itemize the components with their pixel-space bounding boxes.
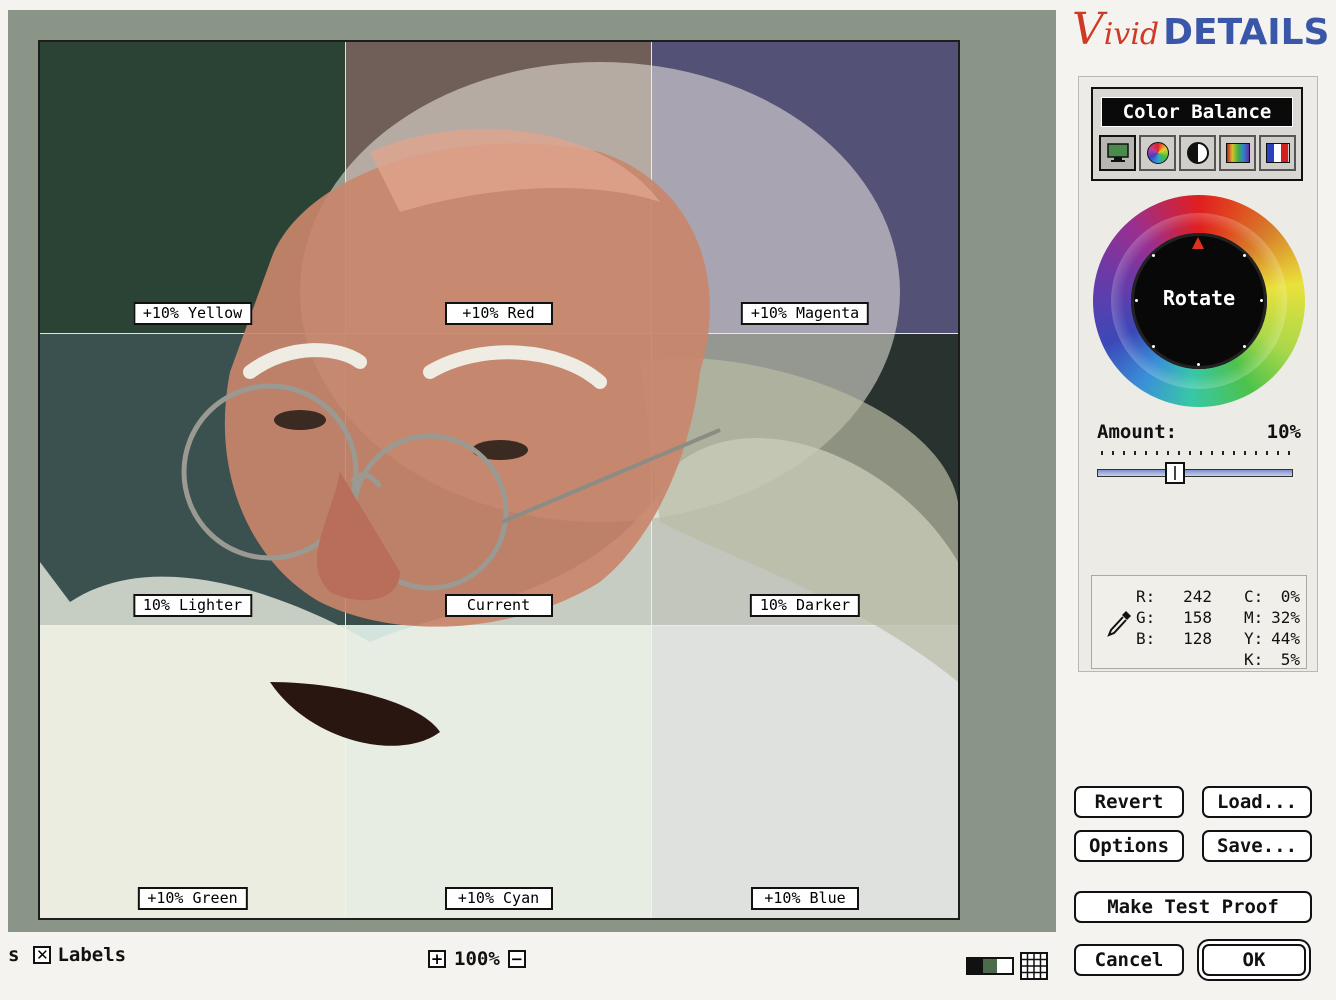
slider-track[interactable] — [1097, 469, 1293, 477]
labels-label: Labels — [57, 944, 127, 966]
labels-checkbox[interactable]: ✕ — [33, 946, 52, 964]
amount-row: Amount: 10% — [1097, 421, 1301, 443]
variation-cell-green[interactable]: +10% Green — [40, 626, 346, 918]
vivid-details-dialog: +10% Yellow +10% Red +10% Magenta 10% Li… — [0, 0, 1336, 1000]
tool-panel: Color Balance Rotate Amount: 10% R: 242 … — [1078, 76, 1318, 672]
variation-label: +10% Red — [444, 302, 553, 325]
split-view-button[interactable] — [966, 957, 1014, 975]
variation-label: 10% Darker — [749, 594, 861, 617]
wheel-dot — [1243, 345, 1246, 348]
cmyk-y-row: Y: 44% — [1244, 629, 1300, 648]
rgb-g-row: G: 158 — [1136, 608, 1212, 627]
grid-view-icon[interactable] — [1020, 952, 1048, 980]
cmyk-m-row: M: 32% — [1244, 608, 1300, 627]
vivid-details-logo: Vivid DETAILS — [1072, 4, 1330, 55]
variation-cell-blue[interactable]: +10% Blue — [652, 626, 958, 918]
view-mode-toggle — [966, 952, 1048, 980]
amount-slider[interactable] — [1097, 449, 1297, 489]
rotate-label: Rotate — [1162, 286, 1236, 310]
wheel-dot — [1243, 254, 1246, 257]
amount-label: Amount: — [1097, 421, 1178, 443]
variation-cell-current[interactable]: Current — [346, 334, 652, 626]
wheel-dot — [1197, 363, 1200, 366]
variation-label: +10% Green — [137, 887, 248, 910]
variation-label: 10% Lighter — [132, 594, 253, 617]
make-test-proof-button[interactable]: Make Test Proof — [1074, 891, 1312, 923]
color-readout: R: 242 G: 158 B: 128 C: 0% M: 32% Y: 44% K: 5% — [1091, 575, 1307, 669]
save-button[interactable]: Save... — [1202, 830, 1312, 862]
amount-value: 10% — [1266, 421, 1301, 443]
cancel-button[interactable]: Cancel — [1074, 944, 1184, 976]
load-button[interactable]: Load... — [1202, 786, 1312, 818]
monitor-icon[interactable] — [1099, 135, 1136, 171]
variation-label: +10% Cyan — [444, 887, 553, 910]
variation-grid: +10% Yellow +10% Red +10% Magenta 10% Li… — [38, 40, 960, 920]
bottom-toolbar — [0, 934, 1060, 994]
color-bars-icon[interactable] — [1259, 135, 1296, 171]
zoom-control: + 100% − — [428, 948, 526, 970]
hue-marker-icon[interactable] — [1192, 237, 1204, 249]
slider-thumb[interactable] — [1165, 462, 1186, 484]
rgb-b-row: B: 128 — [1136, 629, 1212, 648]
variation-label: +10% Magenta — [740, 302, 870, 325]
wheel-dot — [1152, 345, 1155, 348]
slider-ticks — [1101, 451, 1291, 455]
variation-cell-lighter[interactable]: 10% Lighter — [40, 334, 346, 626]
rgb-values: R: 242 G: 158 B: 128 — [1136, 586, 1212, 649]
variation-label: +10% Yellow — [132, 302, 253, 325]
variation-cell-darker[interactable]: 10% Darker — [652, 334, 958, 626]
variation-cell-red[interactable]: +10% Red — [346, 42, 652, 334]
eyedropper-icon[interactable] — [1106, 608, 1134, 638]
zoom-in-button[interactable]: + — [428, 950, 446, 968]
options-button[interactable]: Options — [1074, 830, 1184, 862]
zoom-level: 100% — [454, 948, 500, 970]
cmyk-c-row: C: 0% — [1244, 587, 1300, 606]
mode-title: Color Balance — [1101, 97, 1293, 127]
labels-prefix: s — [8, 944, 20, 966]
control-sidebar: Vivid DETAILS Color Balance Rotate Amoun… — [1062, 0, 1336, 1000]
preview-frame: +10% Yellow +10% Red +10% Magenta 10% Li… — [8, 10, 1056, 932]
color-wheel-icon[interactable] — [1139, 135, 1176, 171]
variation-label: Current — [444, 594, 553, 617]
wheel-dot — [1152, 254, 1155, 257]
mode-selector: Color Balance — [1091, 87, 1303, 181]
variation-cell-magenta[interactable]: +10% Magenta — [652, 42, 958, 334]
revert-button[interactable]: Revert — [1074, 786, 1184, 818]
cmyk-values: C: 0% M: 32% Y: 44% K: 5% — [1244, 586, 1300, 670]
hue-rotate-wheel[interactable]: Rotate — [1093, 195, 1305, 407]
zoom-out-button[interactable]: − — [507, 950, 526, 968]
contrast-icon[interactable] — [1179, 135, 1216, 171]
cmyk-k-row: K: 5% — [1244, 650, 1300, 669]
ok-button[interactable]: OK — [1202, 944, 1306, 976]
rgb-r-row: R: 242 — [1136, 587, 1212, 606]
variation-cell-yellow[interactable]: +10% Yellow — [40, 42, 346, 334]
spectrum-icon[interactable] — [1219, 135, 1256, 171]
variation-cell-cyan[interactable]: +10% Cyan — [346, 626, 652, 918]
variation-label: +10% Blue — [751, 887, 859, 910]
labels-toggle[interactable]: s ✕ Labels — [8, 944, 126, 966]
